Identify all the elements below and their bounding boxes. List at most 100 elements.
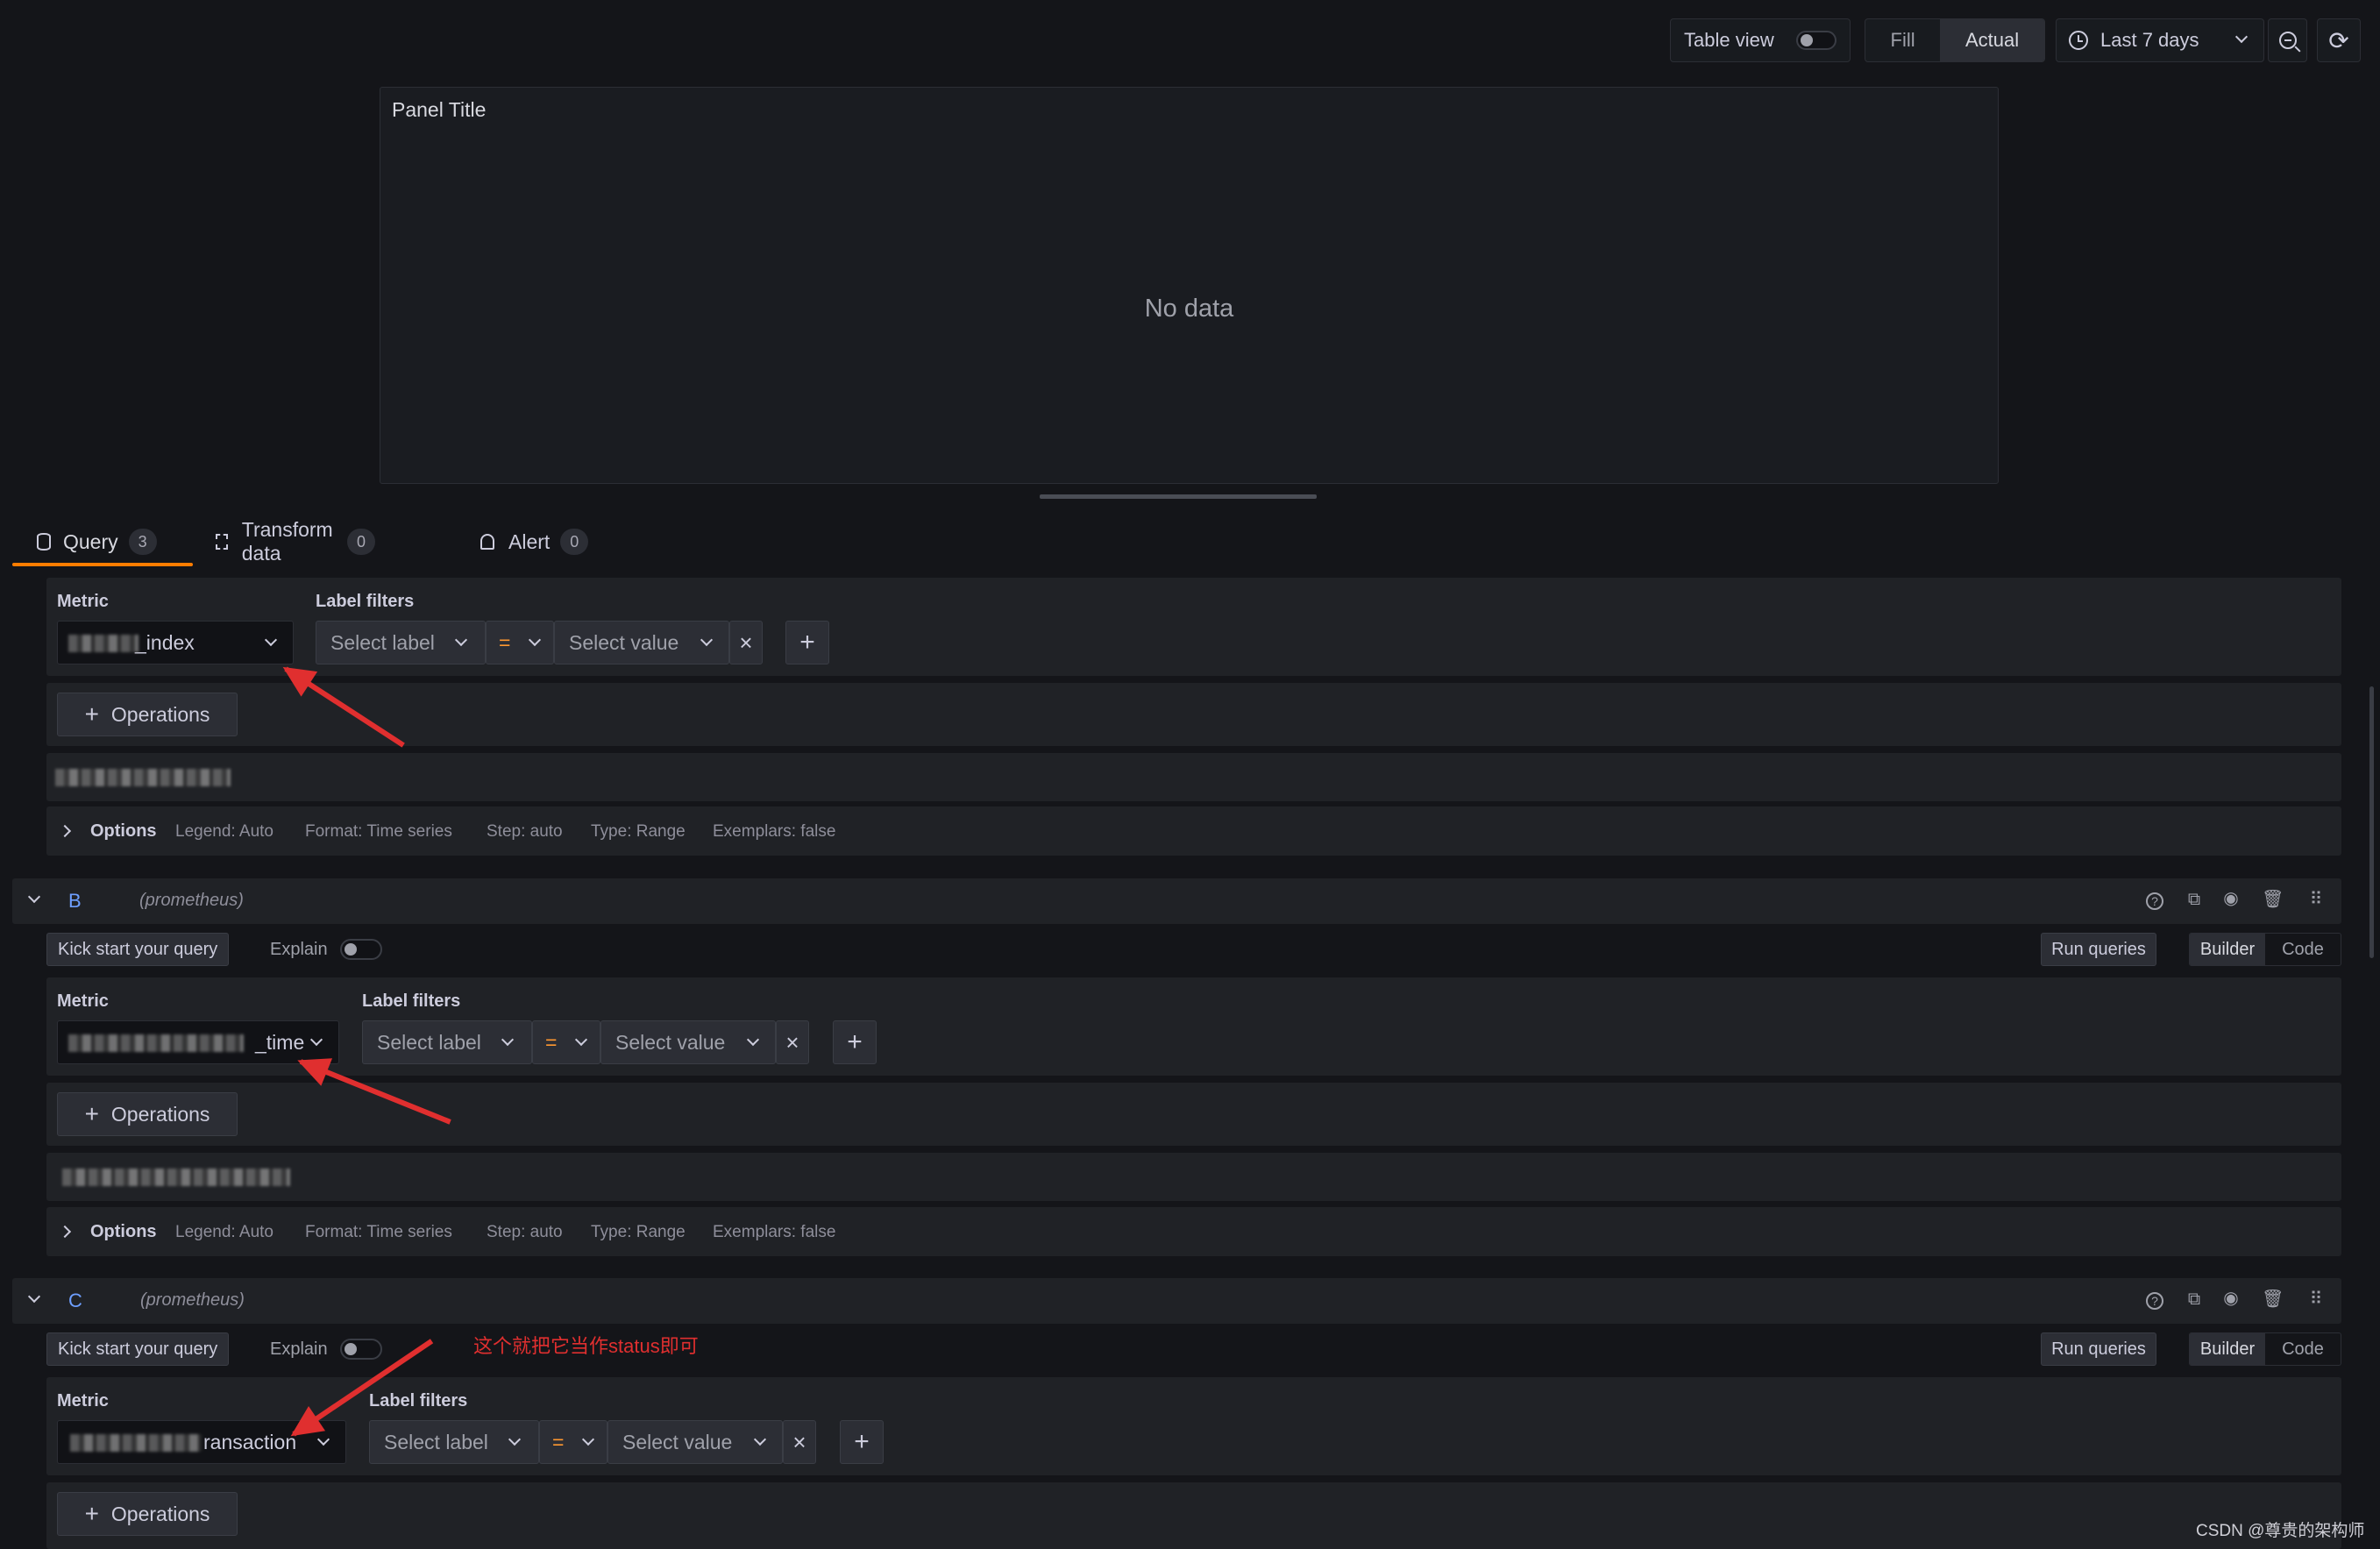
metric-value: _time: [255, 1030, 305, 1054]
drag-handle-icon[interactable]: ⠿: [2307, 1290, 2325, 1308]
zoom-out-button[interactable]: [2268, 18, 2307, 62]
eye-icon[interactable]: ◉: [2222, 890, 2240, 907]
label-select[interactable]: Select label: [362, 1020, 532, 1064]
query-b-datasource: (prometheus): [139, 891, 244, 910]
format-option: Format: Time series: [305, 822, 452, 841]
value-select-placeholder: Select value: [622, 1430, 733, 1453]
redacted-text: [68, 635, 139, 652]
refresh-icon: ⟳: [2328, 26, 2349, 54]
panel-resize-handle[interactable]: [1040, 494, 1317, 499]
value-select-placeholder: Select value: [615, 1030, 726, 1054]
builder-button[interactable]: Builder: [2190, 934, 2265, 965]
scrollbar-thumb[interactable]: [2369, 686, 2374, 958]
help-icon[interactable]: ?: [2146, 1292, 2163, 1310]
actual-button[interactable]: Actual: [1940, 19, 2044, 61]
chevron-down-icon: [316, 1432, 330, 1446]
query-c-operations-row: + Operations: [46, 1482, 2341, 1549]
code-button[interactable]: Code: [2265, 934, 2341, 965]
trash-icon[interactable]: 🗑: [2262, 891, 2284, 908]
remove-filter-button[interactable]: ×: [776, 1020, 809, 1064]
chevron-down-icon: [581, 1432, 595, 1446]
close-icon: ×: [785, 1028, 799, 1055]
explain-toggle[interactable]: [340, 1339, 382, 1360]
explain-label: Explain: [270, 940, 328, 959]
query-c-ref[interactable]: C: [68, 1290, 82, 1312]
operator-value: =: [499, 630, 511, 654]
add-filter-button[interactable]: +: [785, 621, 829, 664]
eye-icon[interactable]: ◉: [2222, 1290, 2240, 1307]
chevron-down-icon: [528, 633, 542, 647]
chevron-down-icon: [454, 633, 468, 647]
redacted-query-text: [62, 1169, 290, 1186]
query-b-ref[interactable]: B: [68, 890, 82, 913]
fill-actual-toggle: Fill Actual: [1865, 18, 2045, 62]
explain-toggle[interactable]: [340, 939, 382, 960]
add-filter-button[interactable]: +: [833, 1020, 877, 1064]
exemplars-option: Exemplars: false: [713, 1223, 836, 1241]
remove-filter-button[interactable]: ×: [783, 1420, 816, 1464]
value-select[interactable]: Select value: [600, 1020, 776, 1064]
label-filters-label: Label filters: [369, 1391, 468, 1410]
remove-filter-button[interactable]: ×: [729, 621, 763, 664]
redacted-text: [68, 1034, 244, 1052]
tab-transform-label: Transform data: [241, 518, 333, 565]
tab-query-count: 3: [128, 529, 157, 555]
zoom-out-icon: [2278, 32, 2301, 53]
drag-handle-icon[interactable]: ⠿: [2307, 891, 2325, 908]
help-icon[interactable]: ?: [2146, 892, 2163, 910]
plus-icon: +: [84, 700, 99, 728]
redacted-query-text: [55, 769, 231, 786]
duplicate-icon[interactable]: ⧉: [2185, 891, 2203, 908]
trash-icon[interactable]: 🗑: [2262, 1290, 2284, 1308]
value-select[interactable]: Select value: [554, 621, 729, 664]
operator-select[interactable]: =: [486, 621, 554, 664]
chevron-right-icon: [58, 824, 72, 838]
query-b-header: B (prometheus) ? ⧉ ◉ 🗑 ⠿: [12, 878, 2341, 924]
operations-button[interactable]: + Operations: [57, 1092, 238, 1136]
plus-icon: +: [847, 1027, 863, 1056]
operator-select[interactable]: =: [539, 1420, 607, 1464]
time-range-picker[interactable]: Last 7 days: [2056, 18, 2264, 62]
collapse-icon[interactable]: [27, 890, 41, 904]
tab-alert[interactable]: Alert 0: [480, 517, 589, 566]
add-filter-button[interactable]: +: [840, 1420, 884, 1464]
duplicate-icon[interactable]: ⧉: [2185, 1290, 2203, 1308]
metric-label: Metric: [57, 991, 109, 1011]
kick-start-button[interactable]: Kick start your query: [46, 1332, 230, 1366]
operations-button[interactable]: + Operations: [57, 1492, 238, 1536]
code-button[interactable]: Code: [2265, 1333, 2341, 1365]
table-view-toggle[interactable]: Table view: [1670, 18, 1851, 62]
panel-preview: Panel Title No data: [380, 87, 1999, 484]
run-queries-button[interactable]: Run queries: [2041, 1332, 2156, 1366]
fill-button[interactable]: Fill: [1865, 19, 1940, 61]
step-option: Step: auto: [487, 822, 563, 841]
operator-value: =: [552, 1430, 565, 1453]
chevron-down-icon: [508, 1432, 522, 1446]
query-a-options[interactable]: Options Legend: Auto Format: Time series…: [46, 806, 2341, 856]
query-b-options[interactable]: Options Legend: Auto Format: Time series…: [46, 1207, 2341, 1256]
operations-button[interactable]: + Operations: [57, 693, 238, 736]
database-icon: [37, 533, 51, 551]
table-view-switch[interactable]: [1796, 31, 1837, 50]
operations-label: Operations: [110, 1502, 210, 1525]
run-queries-button[interactable]: Run queries: [2041, 933, 2156, 966]
kick-start-button[interactable]: Kick start your query: [46, 933, 230, 966]
collapse-icon[interactable]: [27, 1290, 41, 1304]
builder-button[interactable]: Builder: [2190, 1333, 2265, 1365]
operator-select[interactable]: =: [532, 1020, 600, 1064]
watermark: CSDN @尊贵的架构师: [2196, 1522, 2365, 1540]
redacted-text: [70, 1434, 202, 1452]
query-a-preview: [46, 753, 2341, 801]
label-select[interactable]: Select label: [369, 1420, 539, 1464]
query-c-builder: Metric Label filters ransaction Select l…: [46, 1377, 2341, 1475]
tab-alert-count: 0: [560, 529, 589, 555]
refresh-button[interactable]: ⟳: [2317, 18, 2361, 62]
label-select[interactable]: Select label: [316, 621, 486, 664]
metric-select[interactable]: _index: [57, 621, 294, 664]
tab-query[interactable]: Query 3: [12, 517, 193, 566]
format-option: Format: Time series: [305, 1223, 452, 1241]
value-select[interactable]: Select value: [607, 1420, 783, 1464]
builder-code-toggle: Builder Code: [2189, 933, 2341, 966]
metric-select[interactable]: _time: [57, 1020, 339, 1064]
tab-transform-data[interactable]: Transform data 0: [216, 517, 375, 566]
